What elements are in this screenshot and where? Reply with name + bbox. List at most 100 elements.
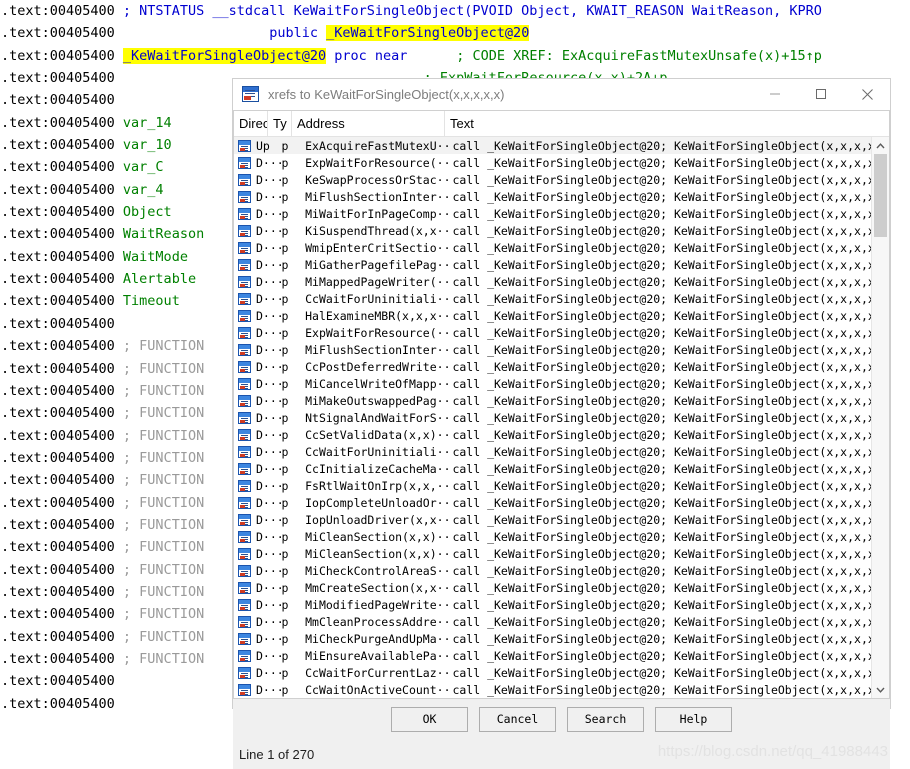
table-row[interactable]: D··· p MmCleanProcessAddre··· call _KeWaitF… [234,613,871,630]
xref-entry-icon [238,190,251,203]
scrollbar-track[interactable] [872,154,889,681]
disassembly-text: ; FUNCTION [122,539,205,556]
table-row[interactable]: D··· p MiFlushSectionInter··· call _KeWaitF… [234,341,871,358]
table-row[interactable]: D··· p MiFlushSectionInter··· call _KeWaitF… [234,188,871,205]
list-vertical-scrollbar[interactable] [871,137,889,698]
cell-text: call _KeWaitForSingleObject@20; KeWaitFo… [452,359,871,374]
disassembly-text: var_14 [122,114,172,131]
xref-entry-icon [238,632,251,645]
table-row[interactable]: D··· p MmCreateSection(x,x··· call _KeWaitF… [234,579,871,596]
table-row[interactable]: D··· p FsRtlWaitOnIrp(x,x,··· call _KeWaitF… [234,477,871,494]
disassembly-address: .text:00405400 [1,137,123,154]
cell-text: call _KeWaitForSingleObject@20; KeWaitFo… [452,393,871,408]
status-text: Line 1 of 270 [239,746,315,762]
column-header-direction[interactable]: Directi [234,111,268,136]
table-row[interactable]: D··· p WmipEnterCritSectio··· call _KeWaitF… [234,239,871,256]
maximize-icon[interactable] [798,79,844,109]
table-row[interactable]: D··· p CcWaitForUninitiali··· call _KeWaitF… [234,290,871,307]
disassembly-text: ; FUNCTION [122,360,205,377]
disassembly-text: WaitMode [122,248,188,265]
table-row[interactable]: D··· p CcInitializeCacheMa··· call _KeWaitF… [234,460,871,477]
disassembly-address: .text:00405400 [1,70,123,87]
table-row[interactable]: D··· p MiCheckControlAreaS··· call _KeWaitF… [234,562,871,579]
column-header-type[interactable]: Ty [268,111,292,136]
disassembly-text: ; FUNCTION [122,606,205,623]
cell-type: p [281,614,289,629]
dialog-titlebar[interactable]: xrefs to KeWaitForSingleObject(x,x,x,x,x… [233,79,890,110]
table-row[interactable]: D··· p CcWaitOnActiveCount··· call _KeWaitF… [234,681,871,698]
disassembly-line[interactable]: .text:00405400 _KeWaitForSingleObject@20… [0,45,910,67]
chevron-up-icon[interactable] [872,137,889,154]
cell-type: p [281,427,289,442]
table-row[interactable]: D··· p KiSuspendThread(x,x··· call _KeWaitF… [234,222,871,239]
cell-direction: D··· [256,393,282,408]
table-row[interactable]: D··· p MiEnsureAvailablePa··· call _KeWaitF… [234,647,871,664]
table-row[interactable]: D··· p HalExamineMBR(x,x,x··· call _KeWaitF… [234,307,871,324]
table-row[interactable]: D··· p MiGatherPagefilePag··· call _KeWaitF… [234,256,871,273]
xrefs-list[interactable]: Directi Ty Address Text UppExAcquireFast… [233,110,890,699]
table-row[interactable]: D··· p MiModifiedPageWrite··· call _KeWaitF… [234,596,871,613]
table-row[interactable]: D··· p CcWaitForCurrentLaz··· call _KeWaitF… [234,664,871,681]
cancel-button[interactable]: Cancel [479,706,556,732]
cell-direction: D··· [256,342,282,357]
disassembly-text: ; NTSTATUS __stdcall KeWaitForSingleObje… [122,3,822,19]
cell-direction: D··· [256,410,282,425]
disassembly-text: ; FUNCTION [122,628,205,645]
table-row[interactable]: D··· p CcSetValidData(x,x)··· call _KeWaitF… [234,426,871,443]
table-row[interactable]: D··· p NtSignalAndWaitForS··· call _KeWaitF… [234,409,871,426]
table-row[interactable]: Up p ExAcquireFastMutexU··· call _KeWaitFor… [234,137,871,154]
table-row[interactable]: D··· p MiCheckPurgeAndUpMa··· call _KeWaitF… [234,630,871,647]
cell-direction: D··· [256,257,282,272]
table-row[interactable]: D··· p CcPostDeferredWrite··· call _KeWaitF… [234,358,871,375]
disassembly-address: .text:00405400 [1,606,123,623]
cell-address: MiMappedPageWriter(··· [305,274,453,289]
disassembly-text: ; FUNCTION [122,382,205,399]
table-row[interactable]: D··· p CcWaitForUninitiali··· call _KeWaitF… [234,443,871,460]
cell-direction: D··· [256,444,282,459]
xref-entry-icon [238,360,251,373]
disassembly-text: _KeWaitForSingleObject@20 [326,25,530,42]
search-button[interactable]: Search [567,706,644,732]
cell-direction: D··· [256,189,282,204]
help-button[interactable]: Help [655,706,732,732]
close-icon[interactable] [844,79,890,109]
disassembly-text: ; FUNCTION [122,338,205,355]
table-row[interactable]: D··· p MiCleanSection(x,x)··· call _KeWaitF… [234,528,871,545]
cell-address: NtSignalAndWaitForS··· [305,410,453,425]
cell-address: MiWaitForInPageComp··· [305,206,453,221]
cell-type: p [281,461,289,476]
cell-type: p [281,529,289,544]
cell-text: call _KeWaitForSingleObject@20; KeWaitFo… [452,155,871,170]
minimize-icon[interactable] [752,79,798,109]
xref-entry-icon [238,445,251,458]
table-row[interactable]: D··· p ExpWaitForResource(··· call _KeWaitF… [234,154,871,171]
cell-address: MiMakeOutswappedPag··· [305,393,453,408]
table-row[interactable]: D··· p MiMappedPageWriter(··· call _KeWaitF… [234,273,871,290]
table-row[interactable]: D··· p IopUnloadDriver(x,x··· call _KeWaitF… [234,511,871,528]
dialog-title: xrefs to KeWaitForSingleObject(x,x,x,x,x… [268,86,505,102]
cell-direction: D··· [256,240,282,255]
chevron-down-icon[interactable] [872,681,889,698]
disassembly-line[interactable]: .text:00405400 public _KeWaitForSingleOb… [0,22,910,44]
table-row[interactable]: D··· p MiCancelWriteOfMapp··· call _KeWaitF… [234,375,871,392]
cell-text: call _KeWaitForSingleObject@20; KeWaitFo… [452,427,871,442]
disassembly-text: proc near [326,47,408,64]
column-header-text[interactable]: Text [445,111,889,136]
table-row[interactable]: D··· p MiCleanSection(x,x)··· call _KeWaitF… [234,545,871,562]
ok-button[interactable]: OK [391,706,468,732]
table-row[interactable]: D··· p MiWaitForInPageComp··· call _KeWaitF… [234,205,871,222]
cell-type: p [281,665,289,680]
disassembly-address: .text:00405400 [1,25,123,42]
cell-direction: D··· [256,291,282,306]
xref-entry-icon [238,462,251,475]
table-row[interactable]: D··· p MiMakeOutswappedPag··· call _KeWaitF… [234,392,871,409]
table-row[interactable]: D··· p KeSwapProcessOrStac··· call _KeWaitF… [234,171,871,188]
xref-entry-icon [238,156,251,169]
table-row[interactable]: D··· p ExpWaitForResource(··· call _KeWaitF… [234,324,871,341]
scrollbar-thumb[interactable] [874,154,887,237]
column-header-address[interactable]: Address [292,111,445,136]
table-row[interactable]: D··· p IopCompleteUnloadOr··· call _KeWaitF… [234,494,871,511]
cell-address: WmipEnterCritSectio··· [305,240,453,255]
disassembly-line[interactable]: .text:00405400 ; NTSTATUS __stdcall KeWa… [0,0,910,22]
list-rows[interactable]: Up p ExAcquireFastMutexU··· call _KeWaitFor… [234,137,871,698]
